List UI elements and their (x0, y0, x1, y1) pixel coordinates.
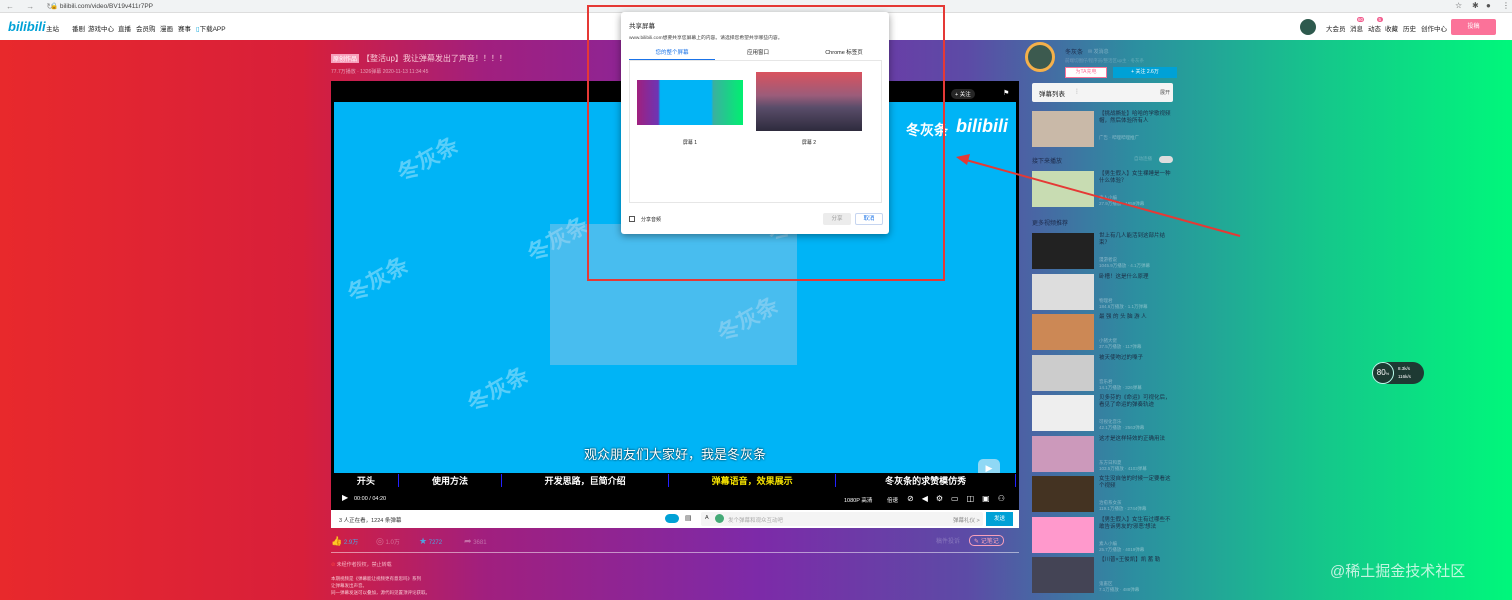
arrow-line (965, 159, 1241, 237)
annotation-arrow (956, 154, 1241, 237)
arrow-head (956, 154, 970, 165)
site-watermark: @稀土掘金技术社区 (1330, 563, 1466, 580)
